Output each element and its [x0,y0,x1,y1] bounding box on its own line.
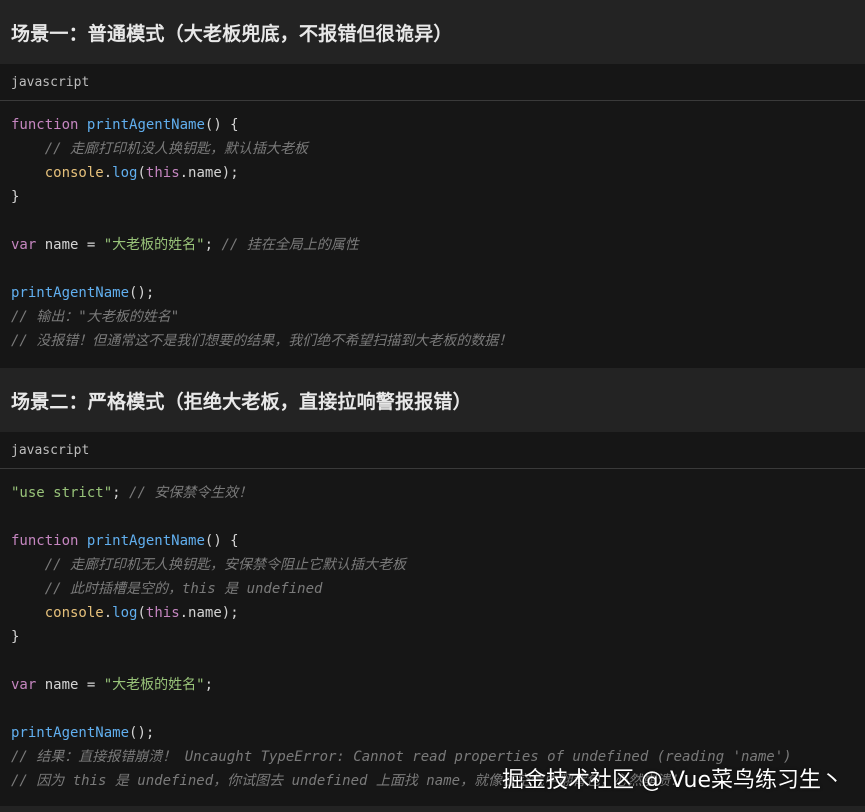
code-token: function [11,117,79,133]
code-token: printAgentName [86,117,205,133]
code-token: // 输出："大老板的姓名" [11,309,180,325]
code-token: () { [204,117,239,133]
code-token: (); [129,725,155,741]
code-token: } [11,629,20,645]
code-token: ; [204,677,214,693]
code-line: // 输出："大老板的姓名" [11,305,865,329]
code-line: console.log(this.name); [11,601,865,625]
code-line: function printAgentName() { [11,113,865,137]
code-token: // 挂在全局上的属性 [221,237,359,253]
code-body-2: "use strict"; // 安保禁令生效！ function printAg… [0,469,865,801]
code-token: "大老板的姓名" [103,237,205,253]
code-token: ; [204,237,222,253]
code-line: console.log(this.name); [11,161,865,185]
code-line: printAgentName(); [11,281,865,305]
code-token: var [11,677,37,693]
code-token: function [11,533,79,549]
code-token: log [112,165,138,181]
code-token: // 走廊打印机没人换钥匙，默认插大老板 [44,141,309,157]
code-token: () { [204,533,239,549]
code-token: "大老板的姓名" [103,677,205,693]
section-2: 场景二：严格模式（拒绝大老板，直接拉响警报报错） javascript "use… [0,368,865,806]
code-token: ( [137,165,146,181]
code-token: . [103,605,113,621]
code-token: console [44,165,104,181]
code-token: printAgentName [86,533,205,549]
code-token: "use strict" [11,485,113,501]
code-token: ( [137,605,146,621]
code-line: // 走廊打印机无人换钥匙，安保禁令阻止它默认插大老板 [11,553,865,577]
code-body-1: function printAgentName() { // 走廊打印机没人换钥… [0,101,865,361]
code-line: var name = "大老板的姓名"; // 挂在全局上的属性 [11,233,865,257]
code-token: printAgentName [11,725,130,741]
code-line: var name = "大老板的姓名"; [11,673,865,697]
code-token: this [145,605,180,621]
section-2-title: 场景二：严格模式（拒绝大老板，直接拉响警报报错） [11,390,472,413]
code-token: console [44,605,104,621]
code-block-1: javascript function printAgentName() { /… [0,64,865,368]
code-line: // 没报错！但通常这不是我们想要的结果，我们绝不希望扫描到大老板的数据！ [11,329,865,353]
code-token: log [112,605,138,621]
code-token: name = [36,237,104,253]
code-token: // 安保禁令生效！ [129,485,253,501]
code-token: // 没报错！但通常这不是我们想要的结果，我们绝不希望扫描到大老板的数据！ [11,333,513,349]
code-token: // 走廊打印机无人换钥匙，安保禁令阻止它默认插大老板 [44,557,407,573]
code-line: // 走廊打印机没人换钥匙，默认插大老板 [11,137,865,161]
code-line: printAgentName(); [11,721,865,745]
code-token: . [103,165,113,181]
code-language-label: javascript [0,64,865,101]
code-token: this [145,165,180,181]
code-language-label: javascript [0,432,865,469]
code-line: function printAgentName() { [11,529,865,553]
code-line: } [11,185,865,209]
code-token: .name); [179,165,239,181]
code-token: printAgentName [11,285,130,301]
code-line: // 此时插槽是空的，this 是 undefined [11,577,865,601]
watermark: 掘金技术社区 @ Vue菜鸟练习生丶 [501,768,843,793]
section-1: 场景一：普通模式（大老板兜底，不报错但很诡异） javascript funct… [0,0,865,368]
code-token: // 此时插槽是空的，this 是 undefined [44,581,323,597]
code-token: name = [36,677,104,693]
section-1-title: 场景一：普通模式（大老板兜底，不报错但很诡异） [11,22,453,45]
code-token: .name); [179,605,239,621]
code-line: "use strict"; // 安保禁令生效！ [11,481,865,505]
code-token: } [11,189,20,205]
code-block-2: javascript "use strict"; // 安保禁令生效！ funct… [0,432,865,806]
code-token: (); [129,285,155,301]
code-line: } [11,625,865,649]
code-token: ; [112,485,130,501]
code-token: var [11,237,37,253]
